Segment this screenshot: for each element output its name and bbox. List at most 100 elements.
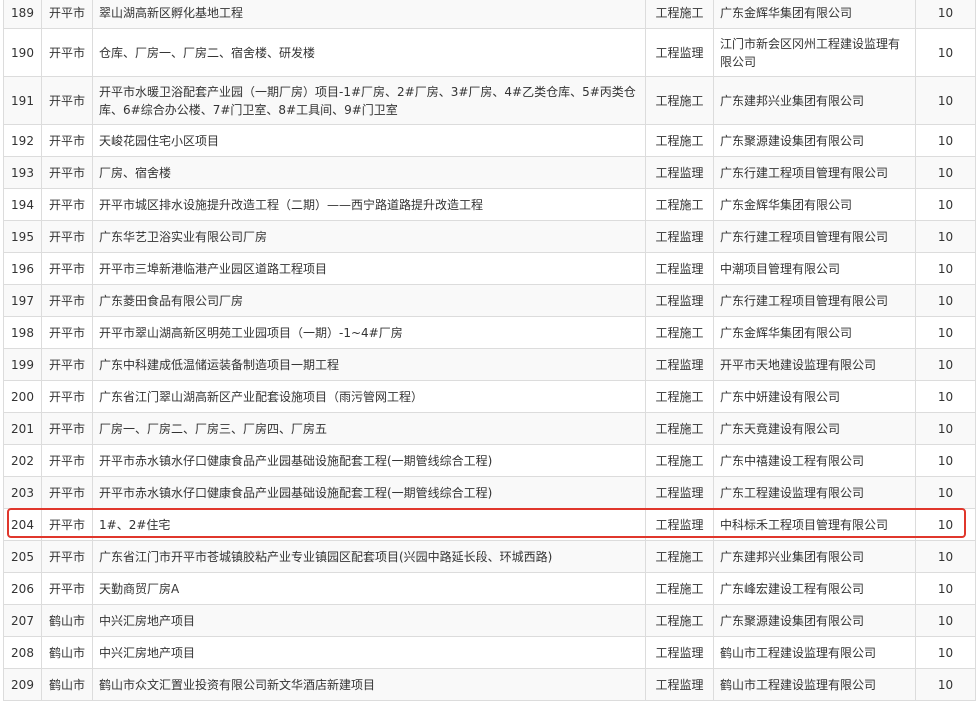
table-row: 205 开平市 广东省江门市开平市苍城镇胶粘产业专业镇园区配套项目(兴园中路延长段、…: [3, 540, 976, 573]
project-name-cell: 翠山湖高新区孵化基地工程: [92, 0, 646, 29]
score-cell: 10: [915, 252, 976, 285]
project-name-cell: 1#、2#住宅: [92, 508, 646, 541]
project-name-cell: 中兴汇房地产项目: [92, 636, 646, 669]
project-type-cell: 工程施工: [645, 572, 714, 605]
row-number: 191: [3, 76, 42, 125]
city-cell: 开平市: [41, 252, 93, 285]
score-cell: 10: [915, 316, 976, 349]
score-cell: 10: [915, 0, 976, 29]
project-type-cell: 工程施工: [645, 316, 714, 349]
project-type-cell: 工程施工: [645, 188, 714, 221]
company-cell: 开平市天地建设监理有限公司: [713, 348, 916, 381]
table-row: 200 开平市 广东省江门翠山湖高新区产业配套设施项目（雨污管网工程） 工程施工 广东中…: [3, 380, 976, 413]
table-row: 196 开平市 开平市三埠新港临港产业园区道路工程项目 工程监理 中潮项目管理有限公司 1…: [3, 252, 976, 285]
project-name-cell: 广东华艺卫浴实业有限公司厂房: [92, 220, 646, 253]
results-table-wrapper: 189 开平市 翠山湖高新区孵化基地工程 工程施工 广东金辉华集团有限公司 10 190 开平…: [0, 0, 978, 701]
city-cell: 鹤山市: [41, 604, 93, 637]
city-cell: 开平市: [41, 572, 93, 605]
city-cell: 鹤山市: [41, 668, 93, 701]
table-row: 209 鹤山市 鹤山市众文汇置业投资有限公司新文华酒店新建项目 工程监理 鹤山市工程建设…: [3, 668, 976, 701]
table-row: 199 开平市 广东中科建成低温储运装备制造项目一期工程 工程监理 开平市天地建设监理有…: [3, 348, 976, 381]
company-cell: 鹤山市工程建设监理有限公司: [713, 668, 916, 701]
project-name-cell: 广东中科建成低温储运装备制造项目一期工程: [92, 348, 646, 381]
city-cell: 开平市: [41, 76, 93, 125]
table-row: 207 鹤山市 中兴汇房地产项目 工程施工 广东聚源建设集团有限公司 10: [3, 604, 976, 637]
project-type-cell: 工程施工: [645, 76, 714, 125]
company-cell: 广东天竟建设有限公司: [713, 412, 916, 445]
project-name-cell: 广东省江门翠山湖高新区产业配套设施项目（雨污管网工程）: [92, 380, 646, 413]
table-row: 192 开平市 天峻花园住宅小区项目 工程施工 广东聚源建设集团有限公司 10: [3, 124, 976, 157]
project-type-cell: 工程监理: [645, 476, 714, 509]
city-cell: 开平市: [41, 412, 93, 445]
project-type-cell: 工程监理: [645, 668, 714, 701]
table-row: 206 开平市 天勤商贸厂房A 工程施工 广东峰宏建设工程有限公司 10: [3, 572, 976, 605]
project-name-cell: 开平市赤水镇水仔口健康食品产业园基础设施配套工程(一期管线综合工程): [92, 476, 646, 509]
project-type-cell: 工程监理: [645, 508, 714, 541]
city-cell: 开平市: [41, 348, 93, 381]
project-name-cell: 天勤商贸厂房A: [92, 572, 646, 605]
table-row: 198 开平市 开平市翠山湖高新区明苑工业园项目（一期）-1~4#厂房 工程施工 广东金…: [3, 316, 976, 349]
row-number: 199: [3, 348, 42, 381]
company-cell: 江门市新会区冈州工程建设监理有限公司: [713, 28, 916, 77]
score-cell: 10: [915, 572, 976, 605]
city-cell: 开平市: [41, 540, 93, 573]
project-type-cell: 工程施工: [645, 412, 714, 445]
score-cell: 10: [915, 156, 976, 189]
city-cell: 开平市: [41, 124, 93, 157]
table-row: 208 鹤山市 中兴汇房地产项目 工程监理 鹤山市工程建设监理有限公司 10: [3, 636, 976, 669]
project-name-cell: 开平市城区排水设施提升改造工程（二期）——西宁路道路提升改造工程: [92, 188, 646, 221]
city-cell: 开平市: [41, 476, 93, 509]
company-cell: 广东中妍建设有限公司: [713, 380, 916, 413]
company-cell: 广东峰宏建设工程有限公司: [713, 572, 916, 605]
project-name-cell: 广东菱田食品有限公司厂房: [92, 284, 646, 317]
company-cell: 广东行建工程项目管理有限公司: [713, 156, 916, 189]
row-number: 198: [3, 316, 42, 349]
table-row: 190 开平市 仓库、厂房一、厂房二、宿舍楼、研发楼 工程监理 江门市新会区冈州工程建设…: [3, 28, 976, 77]
company-cell: 广东金辉华集团有限公司: [713, 0, 916, 29]
row-number: 197: [3, 284, 42, 317]
project-name-cell: 鹤山市众文汇置业投资有限公司新文华酒店新建项目: [92, 668, 646, 701]
project-type-cell: 工程施工: [645, 0, 714, 29]
row-number: 208: [3, 636, 42, 669]
score-cell: 10: [915, 444, 976, 477]
project-name-cell: 中兴汇房地产项目: [92, 604, 646, 637]
project-type-cell: 工程施工: [645, 540, 714, 573]
project-name-cell: 厂房、宿舍楼: [92, 156, 646, 189]
city-cell: 开平市: [41, 508, 93, 541]
score-cell: 10: [915, 124, 976, 157]
company-cell: 广东金辉华集团有限公司: [713, 188, 916, 221]
project-type-cell: 工程监理: [645, 156, 714, 189]
project-name-cell: 开平市水暖卫浴配套产业园（一期厂房）项目-1#厂房、2#厂房、3#厂房、4#乙类…: [92, 76, 646, 125]
project-name-cell: 开平市赤水镇水仔口健康食品产业园基础设施配套工程(一期管线综合工程): [92, 444, 646, 477]
city-cell: 开平市: [41, 444, 93, 477]
project-type-cell: 工程施工: [645, 604, 714, 637]
company-cell: 广东建邦兴业集团有限公司: [713, 540, 916, 573]
company-cell: 广东行建工程项目管理有限公司: [713, 220, 916, 253]
score-cell: 10: [915, 508, 976, 541]
row-number: 205: [3, 540, 42, 573]
row-number: 196: [3, 252, 42, 285]
score-cell: 10: [915, 476, 976, 509]
table-row: 197 开平市 广东菱田食品有限公司厂房 工程监理 广东行建工程项目管理有限公司 10: [3, 284, 976, 317]
project-type-cell: 工程监理: [645, 636, 714, 669]
score-cell: 10: [915, 284, 976, 317]
company-cell: 广东工程建设监理有限公司: [713, 476, 916, 509]
project-type-cell: 工程施工: [645, 444, 714, 477]
row-number: 195: [3, 220, 42, 253]
company-cell: 鹤山市工程建设监理有限公司: [713, 636, 916, 669]
row-number: 204: [3, 508, 42, 541]
score-cell: 10: [915, 28, 976, 77]
table-body: 189 开平市 翠山湖高新区孵化基地工程 工程施工 广东金辉华集团有限公司 10 190 开平…: [3, 0, 976, 701]
city-cell: 开平市: [41, 156, 93, 189]
city-cell: 开平市: [41, 28, 93, 77]
project-type-cell: 工程监理: [645, 284, 714, 317]
row-number: 194: [3, 188, 42, 221]
city-cell: 开平市: [41, 220, 93, 253]
score-cell: 10: [915, 540, 976, 573]
row-number: 193: [3, 156, 42, 189]
project-type-cell: 工程施工: [645, 380, 714, 413]
city-cell: 开平市: [41, 316, 93, 349]
score-cell: 10: [915, 636, 976, 669]
project-name-cell: 仓库、厂房一、厂房二、宿舍楼、研发楼: [92, 28, 646, 77]
score-cell: 10: [915, 380, 976, 413]
